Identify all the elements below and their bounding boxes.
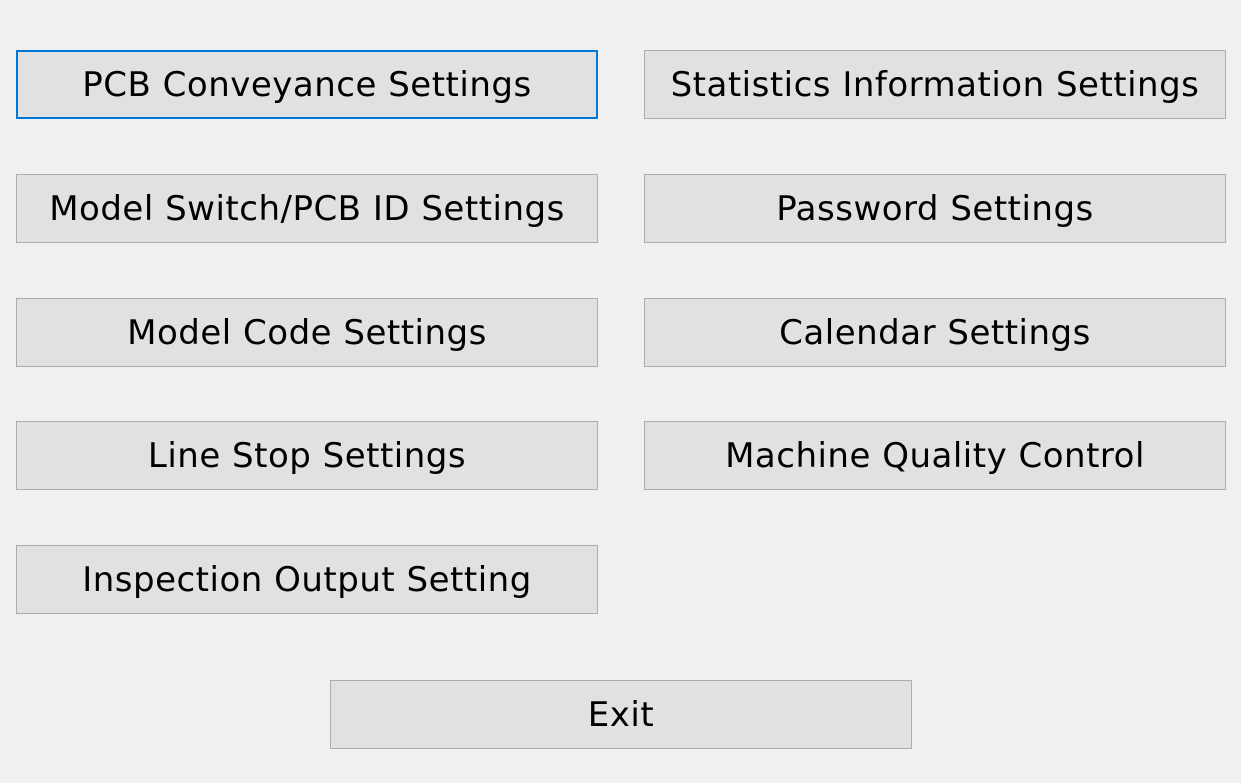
exit-button[interactable]: Exit xyxy=(330,680,912,749)
line-stop-settings-button[interactable]: Line Stop Settings xyxy=(16,421,598,490)
machine-quality-control-button[interactable]: Machine Quality Control xyxy=(644,421,1226,490)
inspection-output-setting-button[interactable]: Inspection Output Setting xyxy=(16,545,598,614)
password-settings-button[interactable]: Password Settings xyxy=(644,174,1226,243)
model-switch-pcb-id-settings-button[interactable]: Model Switch/PCB ID Settings xyxy=(16,174,598,243)
calendar-settings-button[interactable]: Calendar Settings xyxy=(644,298,1226,367)
model-code-settings-button[interactable]: Model Code Settings xyxy=(16,298,598,367)
statistics-information-settings-button[interactable]: Statistics Information Settings xyxy=(644,50,1226,119)
pcb-conveyance-settings-button[interactable]: PCB Conveyance Settings xyxy=(16,50,598,119)
